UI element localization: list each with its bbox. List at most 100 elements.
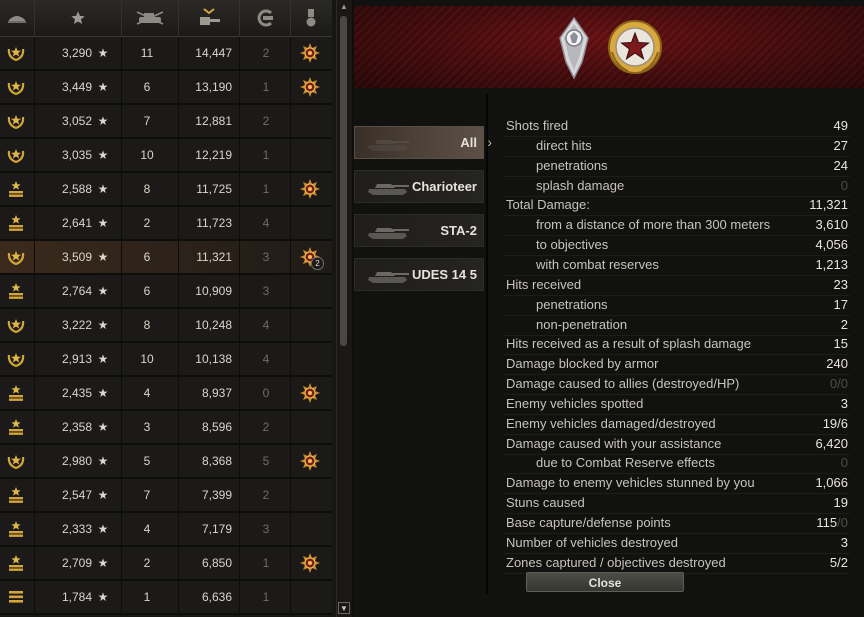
table-row[interactable]: 3,222 ★ 8 10,248 4 xyxy=(0,309,332,343)
stat-label: penetrations xyxy=(536,296,608,312)
stat-row: Damage to enemy vehicles stunned by you 1… xyxy=(504,473,850,495)
wreath-star-emblem-icon xyxy=(608,20,662,74)
damage-value: 7,179 xyxy=(201,522,232,536)
vehicle-list: All › Charioteer STA-2 UDES 14 5 xyxy=(354,126,492,302)
rank-emblem-icon xyxy=(559,16,589,80)
kills-value: 6 xyxy=(143,284,151,298)
kills-value: 11 xyxy=(140,46,154,60)
vehicle-tab[interactable]: STA-2 xyxy=(354,214,484,247)
scroll-thumb[interactable] xyxy=(340,16,347,346)
column-separator xyxy=(121,275,122,307)
close-button[interactable]: Close xyxy=(526,572,684,592)
stat-row: direct hits 27 xyxy=(504,136,850,157)
star-icon[interactable] xyxy=(35,0,122,36)
stat-label: penetrations xyxy=(536,157,608,173)
stat-row: Total Damage: 11,321 xyxy=(504,195,850,217)
medal-icon[interactable] xyxy=(300,179,320,199)
tank-icon xyxy=(365,177,411,197)
assist-value: 2 xyxy=(262,114,270,128)
rank-chevron-icon xyxy=(6,486,26,504)
column-separator xyxy=(121,513,122,545)
medal-icon[interactable] xyxy=(291,0,331,36)
column-separator xyxy=(178,207,179,239)
table-row[interactable]: 3,052 ★ 7 12,881 2 xyxy=(0,105,332,139)
rank-icon[interactable] xyxy=(0,0,35,36)
stat-row: due to Combat Reserve effects 0 xyxy=(504,453,850,475)
table-row[interactable]: 1,784 ★ 1 6,636 1 xyxy=(0,581,332,615)
vehicle-tab[interactable]: All › xyxy=(354,126,492,159)
assist-icon[interactable] xyxy=(240,0,291,36)
kills-value: 7 xyxy=(143,488,151,502)
table-row[interactable]: 3,290 ★ 11 14,447 2 xyxy=(0,37,332,71)
tank-icon xyxy=(365,221,411,241)
experience-value: 3,035 xyxy=(61,148,92,162)
tank-icon xyxy=(365,133,411,153)
stat-label: due to Combat Reserve effects xyxy=(536,455,715,471)
stat-row: to objectives 4,056 xyxy=(504,235,850,257)
column-separator xyxy=(121,309,122,341)
scrollbar[interactable]: ▲ ▼ xyxy=(336,0,351,617)
stat-row: Enemy vehicles spotted 3 xyxy=(504,394,850,415)
scroll-down-button[interactable]: ▼ xyxy=(338,602,350,614)
stat-value: 3,610 xyxy=(815,217,848,233)
stat-label: non-penetration xyxy=(536,316,628,332)
stat-row: splash damage 0 xyxy=(504,176,850,197)
assist-value: 5 xyxy=(262,454,270,468)
column-separator xyxy=(121,139,122,171)
vehicle-name: Charioteer xyxy=(411,179,477,194)
table-row[interactable]: 3,449 ★ 6 13,190 1 xyxy=(0,71,332,105)
assist-value: 1 xyxy=(262,148,270,162)
stat-label: to objectives xyxy=(536,237,609,253)
stat-value: 0/0 xyxy=(829,376,848,392)
column-separator xyxy=(290,173,291,205)
kills-value: 3 xyxy=(143,420,151,434)
column-separator xyxy=(290,105,291,137)
xp-star-icon: ★ xyxy=(97,46,109,60)
table-row[interactable]: 2,980 ★ 5 8,368 5 xyxy=(0,445,332,479)
table-row[interactable]: 2,435 ★ 4 8,937 0 xyxy=(0,377,332,411)
vehicle-tab[interactable]: UDES 14 5 xyxy=(354,258,484,291)
table-row[interactable]: 2,764 ★ 6 10,909 3 xyxy=(0,275,332,309)
table-row[interactable]: 2,641 ★ 2 11,723 4 xyxy=(0,207,332,241)
medal-icon[interactable] xyxy=(300,77,320,97)
medal-count-badge: 2 xyxy=(311,257,324,270)
column-separator xyxy=(290,37,291,69)
table-row[interactable]: 2,358 ★ 3 8,596 2 xyxy=(0,411,332,445)
vehicles-destroyed-icon[interactable] xyxy=(122,0,179,36)
scroll-up-arrow-icon[interactable]: ▲ xyxy=(338,2,350,12)
table-row[interactable]: 2,547 ★ 7 7,399 2 xyxy=(0,479,332,513)
stat-row: Stuns caused 19 xyxy=(504,493,850,515)
table-row[interactable]: 3,035 ★ 10 12,219 1 xyxy=(0,139,332,173)
column-separator xyxy=(34,513,35,545)
table-row[interactable]: 2,709 ★ 2 6,850 1 xyxy=(0,547,332,581)
stat-label: Damage caused to allies (destroyed/HP) xyxy=(506,376,740,392)
stat-label: with combat reserves xyxy=(536,256,659,272)
stat-label: Hits received as a result of splash dama… xyxy=(506,336,751,352)
xp-star-icon: ★ xyxy=(97,590,109,604)
column-separator xyxy=(239,275,240,307)
experience-value: 2,913 xyxy=(61,352,92,366)
medal-icon[interactable] xyxy=(300,451,320,471)
column-separator xyxy=(178,37,179,69)
medal-icon[interactable] xyxy=(300,43,320,63)
column-separator xyxy=(34,275,35,307)
table-row[interactable]: 2,588 ★ 8 11,725 1 xyxy=(0,173,332,207)
assist-value: 2 xyxy=(262,488,270,502)
table-row[interactable]: 2,913 ★ 10 10,138 4 xyxy=(0,343,332,377)
table-row[interactable]: 3,509 ★ 6 11,321 3 2 xyxy=(0,241,332,275)
experience-value: 2,547 xyxy=(61,488,92,502)
kills-value: 5 xyxy=(143,454,151,468)
stat-value: 15 xyxy=(833,336,848,352)
medal-icon[interactable] xyxy=(300,553,320,573)
stat-value: 6,420 xyxy=(815,435,848,451)
column-separator xyxy=(239,445,240,477)
scoreboard-header xyxy=(0,0,332,37)
vehicle-tab[interactable]: Charioteer xyxy=(354,170,484,203)
rank-bars-icon xyxy=(6,588,26,606)
table-row[interactable]: 2,333 ★ 4 7,179 3 xyxy=(0,513,332,547)
column-separator xyxy=(121,581,122,613)
column-separator xyxy=(239,105,240,137)
rank-chevron-icon xyxy=(6,418,26,436)
medal-icon[interactable] xyxy=(300,383,320,403)
damage-icon[interactable] xyxy=(179,0,240,36)
